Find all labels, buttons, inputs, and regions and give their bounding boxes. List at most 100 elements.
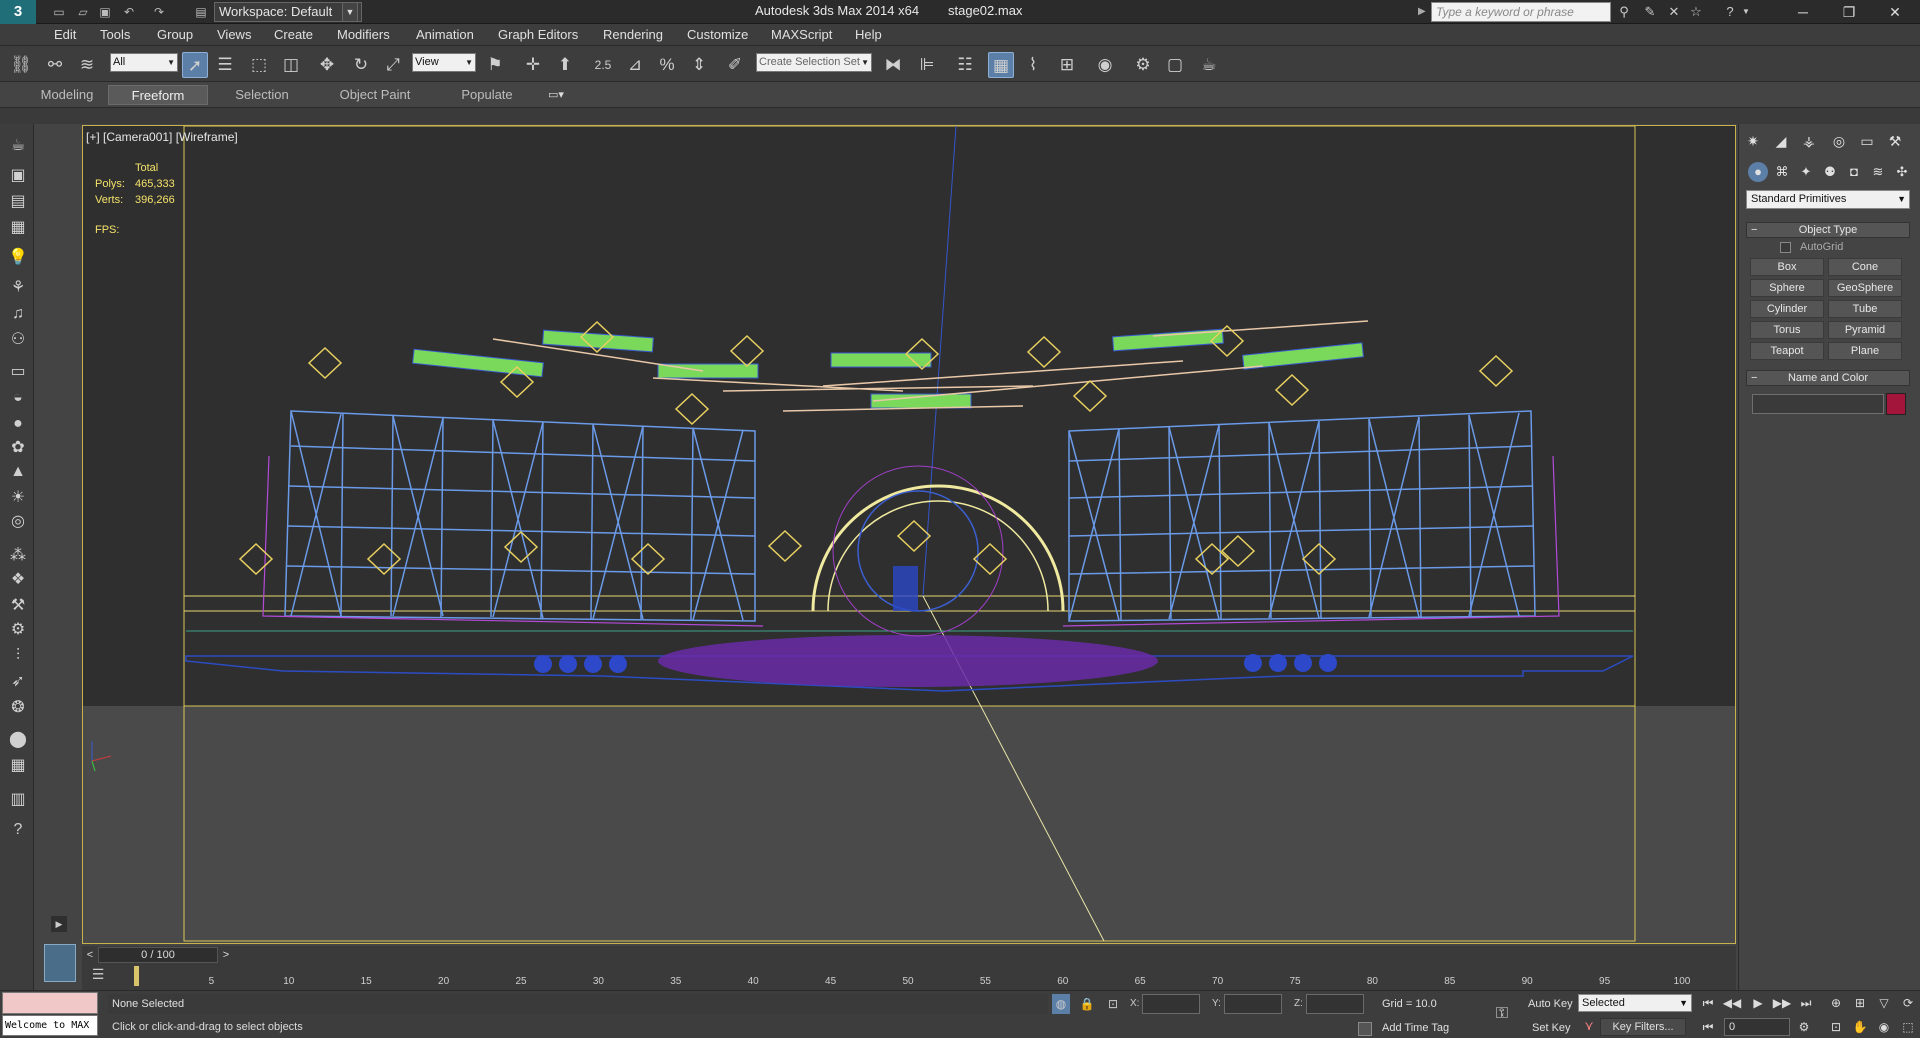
snaps-toggle-icon[interactable]: 2.5 [590, 52, 616, 78]
object-color-swatch[interactable] [1886, 393, 1906, 415]
layer-manager-icon[interactable]: ☷ [952, 52, 978, 78]
mini-curve-editor-icon[interactable]: ☰ [88, 966, 108, 986]
menu-animation[interactable]: Animation [416, 27, 474, 42]
add-time-tag-label[interactable]: Add Time Tag [1382, 1022, 1449, 1034]
autogrid-checkbox[interactable] [1780, 242, 1791, 253]
help-circle-icon[interactable]: ? [5, 818, 31, 842]
time-configuration-icon[interactable]: ⚙ [1794, 1018, 1814, 1036]
display-tab-icon[interactable]: ▭ [1856, 130, 1878, 152]
name-and-color-rollout[interactable]: − Name and Color [1746, 370, 1910, 386]
tab-freeform[interactable]: Freeform [108, 85, 208, 105]
hierarchy-tab-icon[interactable]: ⚶ [1798, 130, 1820, 152]
tab-modeling[interactable]: Modeling [30, 85, 104, 105]
ribbon-options-icon[interactable]: ▭▾ [543, 86, 569, 104]
angle-snap-icon[interactable]: ⊿ [622, 52, 648, 78]
help-icon[interactable]: ? [1720, 3, 1740, 21]
sphere-white-icon[interactable]: ⬤ [5, 728, 31, 752]
infocenter-search-input[interactable]: Type a keyword or phrase [1431, 2, 1611, 22]
dynamics-icon[interactable]: ❖ [5, 568, 31, 592]
menu-tools[interactable]: Tools [100, 27, 130, 42]
document-icon[interactable]: ▤ [5, 190, 31, 214]
object-name-input[interactable] [1752, 394, 1884, 414]
particle-icon[interactable]: ⁂ [5, 544, 31, 568]
hemisphere-icon[interactable]: ◒ [5, 386, 31, 410]
mirror-icon[interactable]: ⧓ [880, 52, 906, 78]
primitive-category-dropdown[interactable]: Standard Primitives ▼ [1746, 190, 1910, 209]
torus-button[interactable]: Torus [1750, 321, 1824, 339]
absolute-mode-icon[interactable]: ⊡ [1104, 994, 1122, 1014]
modify-tab-icon[interactable]: ◢ [1770, 130, 1792, 152]
light-bulb-icon[interactable]: 💡 [5, 246, 31, 270]
menu-edit[interactable]: Edit [54, 27, 76, 42]
reference-coordinate-dropdown[interactable]: View ▼ [412, 53, 476, 72]
image-plane-icon[interactable]: ▣ [5, 164, 31, 188]
sphere-button[interactable]: Sphere [1750, 279, 1824, 297]
percent-snap-icon[interactable]: % [654, 52, 680, 78]
menu-customize[interactable]: Customize [687, 27, 748, 42]
maximize-viewport-icon[interactable]: ⬚ [1898, 1018, 1918, 1036]
keyboard-shortcut-override-icon[interactable]: ⬆ [552, 52, 578, 78]
named-selection-dropdown[interactable]: Create Selection Set ▼ [756, 53, 872, 72]
save-file-icon[interactable]: ▣ [96, 3, 114, 21]
hair-fur-icon[interactable]: ➶ [5, 670, 31, 694]
x-coordinate-field[interactable] [1142, 994, 1200, 1014]
select-and-link-icon[interactable]: ⛓ [8, 52, 34, 78]
zoom-extents-icon[interactable]: ⊡ [1826, 1018, 1846, 1036]
cylinder-button[interactable]: Cylinder [1750, 300, 1824, 318]
edit-named-selection-icon[interactable]: ✐ [722, 52, 748, 78]
selection-lock-icon[interactable]: 🔒 [1078, 994, 1096, 1014]
orbit-camera-icon[interactable]: ◉ [1874, 1018, 1894, 1036]
sphere-gold-icon[interactable]: ◎ [5, 510, 31, 534]
minimize-icon[interactable]: ─ [1780, 0, 1826, 24]
plane-button[interactable]: Plane [1828, 342, 1902, 360]
select-by-name-icon[interactable]: ☰ [212, 52, 238, 78]
render-production-icon[interactable]: ☕ [1196, 52, 1222, 78]
subscription-icon[interactable]: ✎ [1640, 3, 1660, 21]
hair-icon[interactable]: ⫶ [5, 644, 31, 668]
key-icon[interactable]: ⚿ [1488, 1005, 1516, 1025]
zoom-all-icon[interactable]: ⊞ [1850, 994, 1870, 1012]
current-frame-marker[interactable] [134, 966, 139, 986]
maxscript-listener-input[interactable] [2, 992, 98, 1014]
workspace-dropdown-arrow[interactable]: ▼ [342, 2, 358, 22]
menu-help[interactable]: Help [855, 27, 882, 42]
help-dropdown-icon[interactable]: ▼ [1740, 3, 1752, 21]
helpers-icon[interactable]: ◘ [1844, 162, 1864, 182]
manipulate-icon[interactable]: ✛ [520, 52, 546, 78]
select-and-move-icon[interactable]: ✥ [314, 52, 340, 78]
create-tab-icon[interactable]: ✷ [1742, 130, 1764, 152]
project-folder-icon[interactable]: ▤ [192, 3, 210, 21]
bind-to-space-warp-icon[interactable]: ≋ [74, 52, 100, 78]
calculator-icon[interactable]: ▦ [5, 754, 31, 778]
bone-icon[interactable]: ⚒ [5, 594, 31, 618]
curve-editor-icon[interactable]: ⌇ [1020, 52, 1046, 78]
auto-key-button[interactable]: Auto Key [1528, 998, 1573, 1010]
lights-icon[interactable]: ✦ [1796, 162, 1816, 182]
camera-viewport[interactable] [82, 125, 1736, 944]
shapes-icon[interactable]: ⌘ [1772, 162, 1792, 182]
rendered-frame-window-icon[interactable]: ▢ [1162, 52, 1188, 78]
open-file-icon[interactable]: ▱ [74, 3, 92, 21]
geosphere-button[interactable]: GeoSphere [1828, 279, 1902, 297]
set-keys-icon[interactable]: ⋎ [1580, 1018, 1598, 1036]
rectangular-selection-icon[interactable]: ⬚ [246, 52, 272, 78]
close-icon[interactable]: ✕ [1872, 0, 1918, 24]
sun-light-icon[interactable]: ☀ [5, 486, 31, 510]
tab-object-paint[interactable]: Object Paint [330, 85, 420, 105]
systems-icon[interactable]: ✣ [1892, 162, 1912, 182]
material-editor-icon[interactable]: ◉ [1092, 52, 1118, 78]
field-of-view-icon[interactable]: ▽ [1874, 994, 1894, 1012]
next-frame-icon[interactable]: ▶▶ [1772, 994, 1792, 1012]
go-to-start-icon[interactable]: ⏮ [1698, 994, 1718, 1012]
zoom-icon[interactable]: ⊕ [1826, 994, 1846, 1012]
cameras-icon[interactable]: ⚉ [1820, 162, 1840, 182]
select-object-icon[interactable]: ➚ [182, 52, 208, 78]
search-expand-icon[interactable]: ▶ [1418, 2, 1430, 22]
communication-icon[interactable]: ✕ [1664, 3, 1684, 21]
orbit-icon[interactable]: ⟳ [1898, 994, 1918, 1012]
helper-icon[interactable]: ⚇ [5, 328, 31, 352]
geometry-icon[interactable]: ● [1748, 162, 1768, 182]
tube-button[interactable]: Tube [1828, 300, 1902, 318]
grid-panel-icon[interactable]: ▦ [5, 216, 31, 240]
menu-maxscript[interactable]: MAXScript [771, 27, 832, 42]
